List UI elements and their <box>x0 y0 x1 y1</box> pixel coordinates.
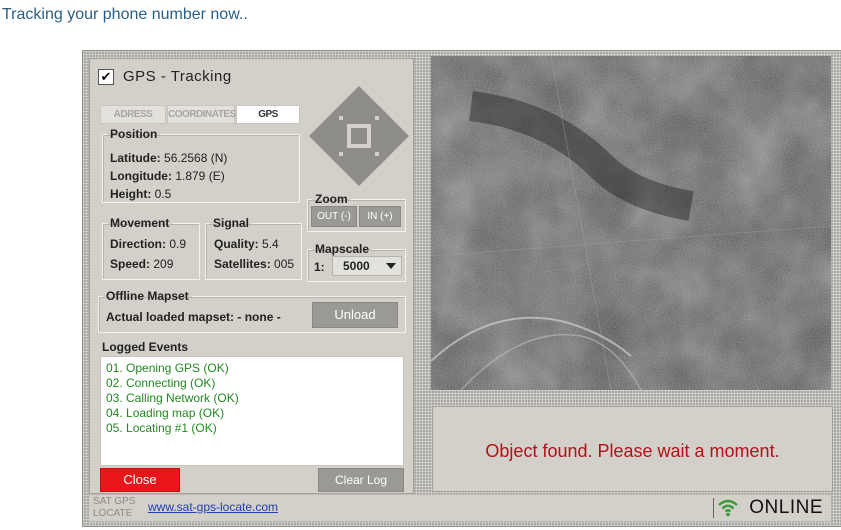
signal-legend: Signal <box>213 216 250 230</box>
latitude-label: Latitude: <box>110 151 161 165</box>
longitude-label: Longitude: <box>110 169 172 183</box>
website-link[interactable]: www.sat-gps-locate.com <box>148 500 278 514</box>
event-log[interactable]: 01. Opening GPS (OK) 02. Connecting (OK)… <box>100 356 404 466</box>
direction-value: 0.9 <box>169 237 187 251</box>
logged-events-legend: Logged Events <box>102 340 189 354</box>
mapscale-value: 5000 <box>343 259 370 273</box>
status-message-box: Object found. Please wait a moment. <box>432 406 833 492</box>
zoom-out-button[interactable]: OUT (-) <box>311 206 357 227</box>
satellite-image <box>431 56 831 390</box>
quality-row: Quality: 5.4 <box>214 237 279 251</box>
wifi-signal-icon <box>718 499 738 517</box>
close-button[interactable]: Close <box>100 468 180 492</box>
footer-divider <box>713 498 714 518</box>
height-label: Height: <box>110 187 152 201</box>
list-item: 01. Opening GPS (OK) <box>106 361 229 375</box>
clear-log-button[interactable]: Clear Log <box>318 468 404 492</box>
tab-adress[interactable]: ADRESS <box>100 105 166 124</box>
footer-bar: SAT GPS LOCATE www.sat-gps-locate.com ON… <box>89 494 831 521</box>
direction-arrows-icon[interactable] <box>307 84 411 188</box>
page-heading: Tracking your phone number now.. <box>2 6 248 23</box>
direction-label: Direction: <box>110 237 167 251</box>
status-message: Object found. Please wait a moment. <box>485 441 780 461</box>
control-panel: ✔ GPS - Tracking ADRESS COORDINATES GPS … <box>89 58 414 494</box>
unload-button[interactable]: Unload <box>312 302 398 328</box>
height-value: 0.5 <box>154 187 172 201</box>
dropdown-arrow-icon <box>386 263 396 269</box>
mapscale-prefix: 1: <box>314 260 325 274</box>
mapscale-legend: Mapscale <box>315 242 370 256</box>
mapset-value: - none - <box>237 310 281 324</box>
quality-label: Quality: <box>214 237 259 251</box>
panel-title: GPS - Tracking <box>123 68 232 85</box>
list-item: 02. Connecting (OK) <box>106 376 216 390</box>
satellites-label: Satellites: <box>214 257 271 271</box>
height-row: Height: 0.5 <box>110 187 171 201</box>
longitude-row: Longitude: 1.879 (E) <box>110 169 225 183</box>
latitude-value: 56.2568 (N) <box>164 151 228 165</box>
zoom-legend: Zoom <box>315 192 348 206</box>
zoom-in-button[interactable]: IN (+) <box>359 206 401 227</box>
longitude-value: 1.879 (E) <box>175 169 225 183</box>
logo-line-2: LOCATE <box>93 508 133 519</box>
movement-legend: Movement <box>110 216 170 230</box>
latitude-row: Latitude: 56.2568 (N) <box>110 151 227 165</box>
speed-label: Speed: <box>110 257 151 271</box>
offline-mapset-legend: Offline Mapset <box>106 289 189 303</box>
list-item: 03. Calling Network (OK) <box>106 391 239 405</box>
checkbox-checked-icon[interactable]: ✔ <box>98 69 114 85</box>
satellites-row: Satellites: 005 <box>214 257 294 271</box>
quality-value: 5.4 <box>262 237 279 251</box>
position-legend: Position <box>110 127 158 141</box>
list-item: 04. Loading map (OK) <box>106 406 225 420</box>
connection-status: ONLINE <box>749 497 823 518</box>
logo-line-1: SAT GPS <box>93 496 136 507</box>
list-item: 05. Locating #1 (OK) <box>106 421 217 435</box>
speed-row: Speed: 209 <box>110 257 173 271</box>
satellites-value: 005 <box>274 257 295 271</box>
mapset-row: Actual loaded mapset: - none - <box>106 310 281 324</box>
tab-gps[interactable]: GPS <box>236 105 300 124</box>
satellite-map[interactable] <box>431 56 831 390</box>
mapscale-select[interactable]: 5000 <box>332 256 402 276</box>
brand-logo: SAT GPS LOCATE <box>93 497 145 519</box>
tab-coordinates[interactable]: COORDINATES <box>167 105 236 124</box>
speed-value: 209 <box>153 257 174 271</box>
mapset-label: Actual loaded mapset: <box>106 310 235 324</box>
direction-row: Direction: 0.9 <box>110 237 186 251</box>
